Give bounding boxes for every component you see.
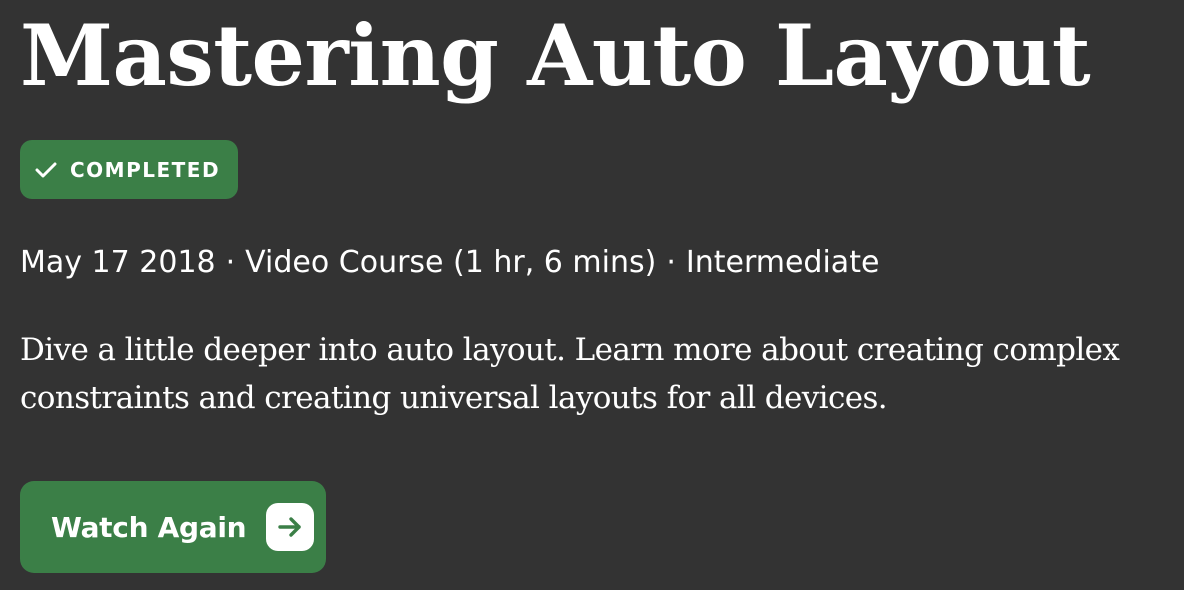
meta-separator: · xyxy=(666,245,676,280)
arrow-right-icon xyxy=(266,503,315,551)
course-format: Video Course (1 hr, 6 mins) xyxy=(245,245,657,280)
course-level: Intermediate xyxy=(685,245,880,280)
watch-again-button[interactable]: Watch Again xyxy=(20,481,326,573)
course-meta: May 17 2018 · Video Course (1 hr, 6 mins… xyxy=(20,244,879,282)
status-badge: COMPLETED xyxy=(20,140,239,199)
course-description: Dive a little deeper into auto layout. L… xyxy=(20,332,1120,416)
status-badge-label: COMPLETED xyxy=(70,157,221,182)
course-date: May 17 2018 xyxy=(20,245,216,280)
watch-again-label: Watch Again xyxy=(51,510,247,544)
meta-separator: · xyxy=(225,245,236,280)
checkmark-icon xyxy=(34,158,58,182)
page-title: Mastering Auto Layout xyxy=(20,6,1091,105)
